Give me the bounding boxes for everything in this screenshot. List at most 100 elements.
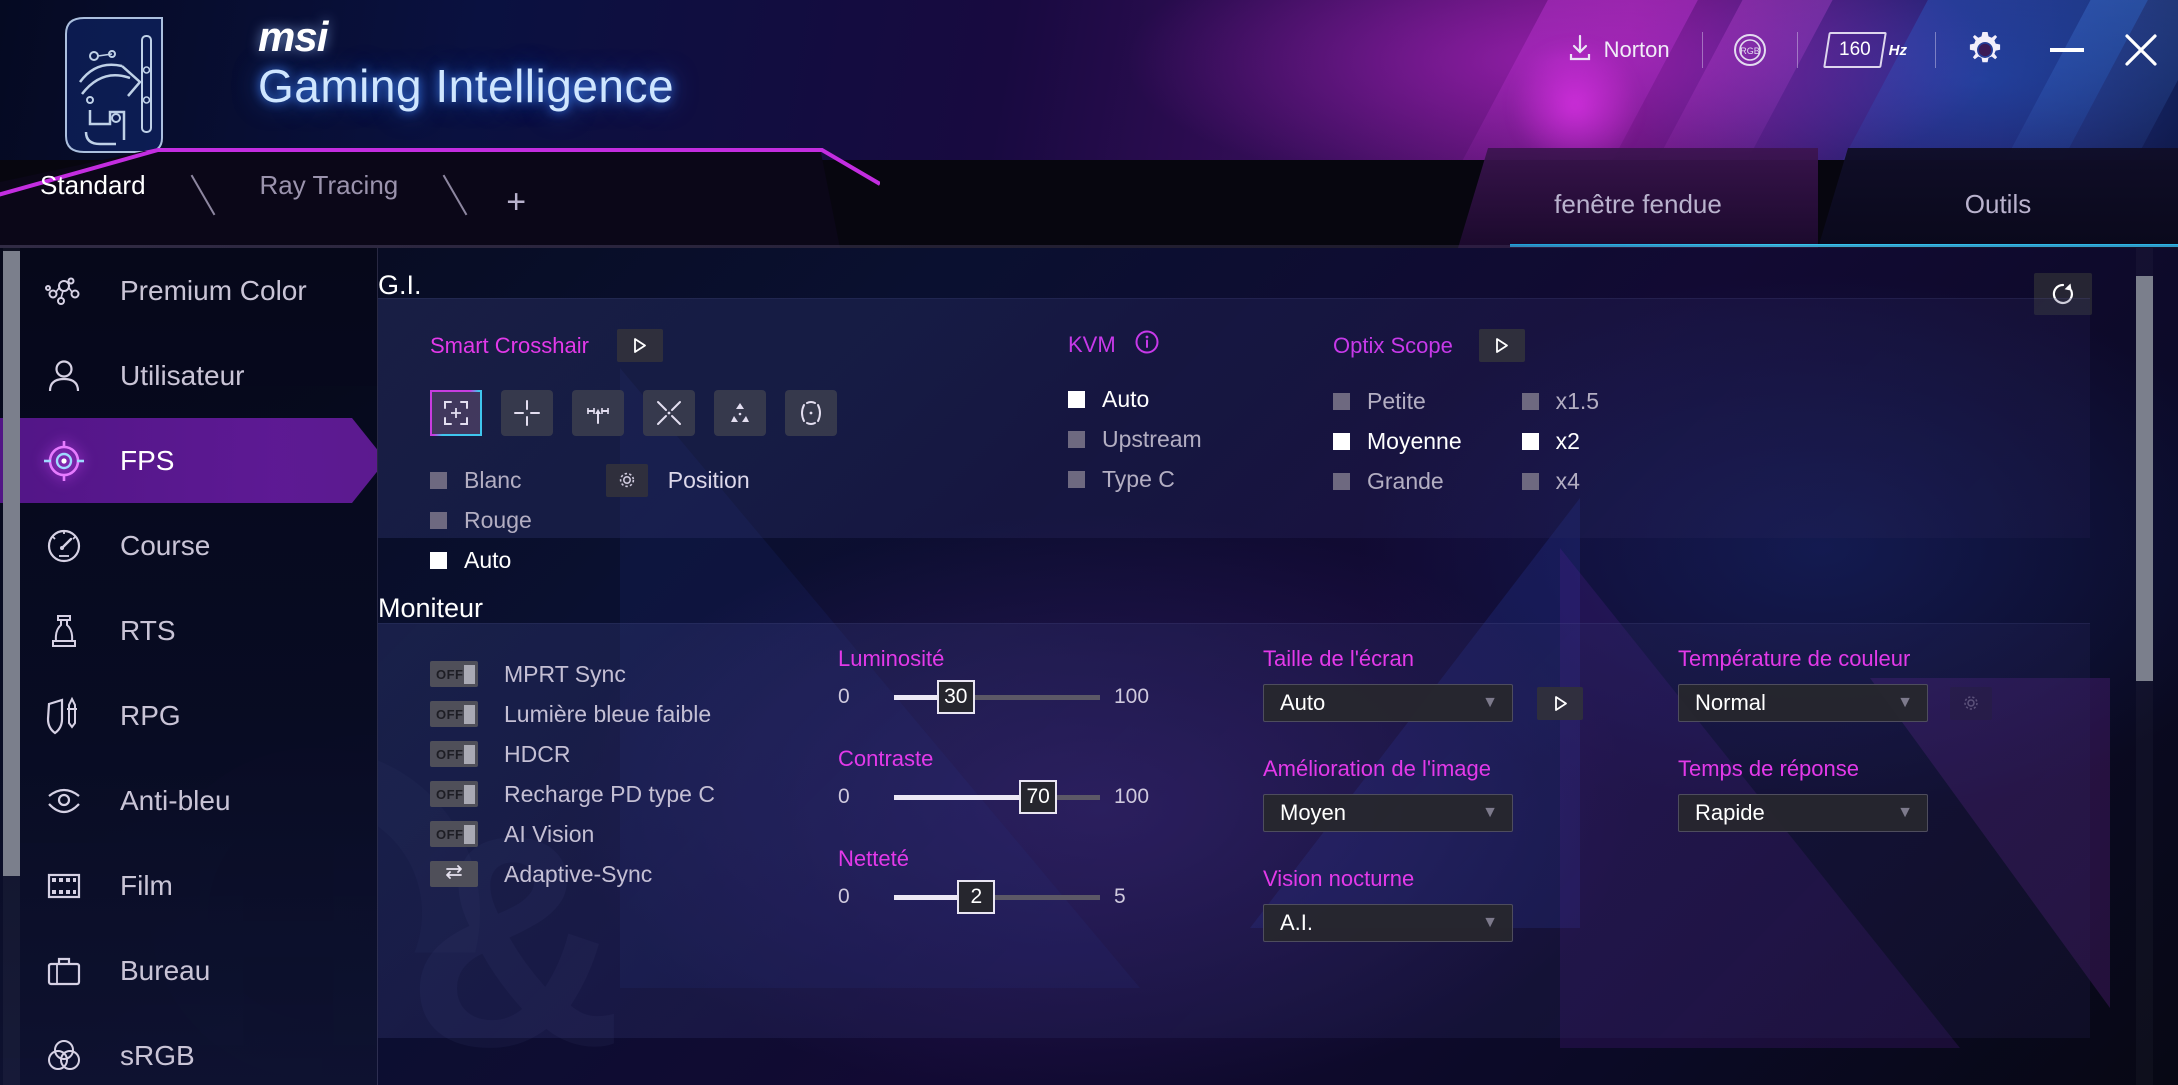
- monitor-panel: OFF MPRT Sync OFF Lumière bleue faible O…: [378, 623, 2090, 1038]
- sidebar-item-label: Premium Color: [120, 274, 307, 306]
- sidebar-item-film[interactable]: Film: [0, 843, 377, 928]
- adaptive-sync-toggle[interactable]: [430, 861, 478, 887]
- optix-scope-group: Optix Scope Petite Moyenne Grande x1.5 x…: [1333, 329, 1599, 501]
- minimize-icon[interactable]: [2030, 18, 2104, 82]
- mprt-sync-toggle[interactable]: OFF: [430, 661, 478, 687]
- contraste-slider[interactable]: 70: [894, 779, 1100, 814]
- sidebar-item-premium-color[interactable]: Premium Color: [0, 248, 377, 333]
- optix-zoom-x2[interactable]: x2: [1521, 421, 1599, 461]
- radio-label: Upstream: [1102, 425, 1202, 452]
- gear-icon[interactable]: [1950, 29, 2020, 71]
- optix-size-grande[interactable]: Grande: [1333, 461, 1462, 501]
- monitor-slider-list: Luminosité 0 30 100 Contraste 0 70 100 N…: [838, 646, 1156, 914]
- amelioration-image-dropdown[interactable]: Moyen ▼: [1263, 794, 1513, 832]
- sidebar-item-bureau[interactable]: Bureau: [0, 928, 377, 1013]
- tab-fenetre-fendue[interactable]: fenêtre fendue: [1458, 148, 1818, 248]
- toggle-row-recharge-pd-type-c: OFF Recharge PD type C: [430, 774, 715, 814]
- sidebar-scrollbar-thumb[interactable]: [3, 251, 20, 876]
- film-strip-icon: [38, 860, 90, 912]
- optix-size-moyenne[interactable]: Moyenne: [1333, 421, 1462, 461]
- slider-value[interactable]: 2: [957, 879, 996, 914]
- body: H& Premium Color Utilisateur FPS: [0, 248, 2178, 1085]
- optix-size-petite[interactable]: Petite: [1333, 381, 1462, 421]
- tab-ray-tracing[interactable]: Ray Tracing: [220, 148, 439, 248]
- sidebar-item-rts[interactable]: RTS: [0, 588, 377, 673]
- kvm-option-type-c[interactable]: Type C: [1068, 459, 1202, 499]
- slider-group-luminosite: Luminosité 0 30 100: [838, 646, 1156, 714]
- crosshair-x-diagonal-button[interactable]: [643, 390, 695, 436]
- close-icon[interactable]: [2104, 18, 2178, 82]
- crosshair-dashed-cross-button[interactable]: [501, 390, 553, 436]
- display-refresh-icon[interactable]: 160 Hz: [1812, 32, 1921, 68]
- tab-separator: [442, 174, 468, 216]
- vision-nocturne-dropdown[interactable]: A.I. ▼: [1263, 904, 1513, 942]
- divider: [1796, 32, 1798, 68]
- position-label: Position: [667, 466, 750, 493]
- chevron-down-icon: ▼: [1482, 694, 1498, 711]
- sidebar-item-srgb[interactable]: sRGB: [0, 1013, 377, 1085]
- temperature-couleur-dropdown[interactable]: Normal ▼: [1678, 684, 1928, 722]
- lumiere-bleue-faible-toggle[interactable]: OFF: [430, 701, 478, 727]
- radio-indicator: [430, 471, 447, 489]
- crosshair-bracket-plus-button[interactable]: [430, 390, 482, 436]
- crosshair-color-blanc[interactable]: Blanc: [430, 460, 532, 500]
- nettete-slider[interactable]: 2: [894, 879, 1100, 914]
- section-title-gi: G.I.: [378, 270, 422, 300]
- radio-indicator: [1333, 392, 1350, 410]
- smart-crosshair-play-button[interactable]: [616, 329, 663, 362]
- slider-min: 0: [838, 685, 850, 708]
- sidebar-item-fps[interactable]: FPS: [0, 418, 377, 503]
- taille-ecran-dropdown[interactable]: Auto ▼: [1263, 684, 1513, 722]
- info-icon[interactable]: [1134, 329, 1160, 360]
- tab-standard[interactable]: Standard: [0, 148, 186, 248]
- kvm-option-upstream[interactable]: Upstream: [1068, 419, 1202, 459]
- norton-button[interactable]: Norton: [1549, 34, 1688, 67]
- radio-label: Blanc: [464, 466, 522, 493]
- divider: [1701, 32, 1703, 68]
- rgb-icon[interactable]: RGB: [1717, 31, 1783, 69]
- content-scrollbar-thumb[interactable]: [2136, 276, 2153, 681]
- toggle-label: Adaptive-Sync: [504, 860, 653, 887]
- recharge-pd-type-c-toggle[interactable]: OFF: [430, 781, 478, 807]
- temperature-gear-button[interactable]: [1950, 686, 1992, 720]
- sidebar-item-label: sRGB: [120, 1039, 195, 1071]
- molecule-icon: [38, 265, 90, 317]
- luminosite-slider[interactable]: 30: [894, 679, 1100, 714]
- sidebar-item-rpg[interactable]: RPG: [0, 673, 377, 758]
- taille-ecran-play-button[interactable]: [1537, 686, 1583, 720]
- slider-value[interactable]: 70: [1019, 779, 1058, 814]
- kvm-option-auto[interactable]: Auto: [1068, 379, 1202, 419]
- optix-zoom-x4[interactable]: x4: [1521, 461, 1599, 501]
- crosshair-t-marks-button[interactable]: [572, 390, 624, 436]
- radio-indicator: [1068, 470, 1085, 488]
- speedometer-icon: [38, 520, 90, 572]
- tab-separator: [190, 174, 215, 216]
- radio-label: Auto: [464, 546, 512, 573]
- sidebar-item-anti-bleu[interactable]: Anti-bleu: [0, 758, 377, 843]
- dropdown-group-temps-reponse: Temps de réponse Rapide ▼: [1678, 756, 1992, 832]
- ai-vision-toggle[interactable]: OFF: [430, 821, 478, 847]
- radio-label: Petite: [1367, 387, 1426, 414]
- crosshair-style-list: [430, 390, 837, 436]
- svg-text:RGB: RGB: [1740, 46, 1760, 56]
- optix-zoom-x15[interactable]: x1.5: [1521, 381, 1599, 421]
- sidebar-item-utilisateur[interactable]: Utilisateur: [0, 333, 377, 418]
- crosshair-parenthesis-button[interactable]: [785, 390, 837, 436]
- gi-panel: Smart Crosshair Blanc Rouge Auto Positio…: [378, 298, 2090, 573]
- crosshair-triangles-button[interactable]: [714, 390, 766, 436]
- position-gear-button[interactable]: [605, 463, 648, 497]
- crosshair-color-auto[interactable]: Auto: [430, 540, 532, 580]
- color-circles-icon: [38, 1030, 90, 1082]
- hdcr-toggle[interactable]: OFF: [430, 741, 478, 767]
- radio-indicator: [1521, 472, 1539, 490]
- optix-scope-play-button[interactable]: [1478, 329, 1525, 362]
- tab-outils[interactable]: Outils: [1818, 148, 2178, 248]
- slider-value[interactable]: 30: [936, 679, 975, 714]
- sidebar-item-course[interactable]: Course: [0, 503, 377, 588]
- toggle-row-mprt-sync: OFF MPRT Sync: [430, 654, 715, 694]
- add-tab-button[interactable]: +: [472, 148, 560, 248]
- brand-msi: msi: [258, 13, 328, 60]
- crosshair-color-rouge[interactable]: Rouge: [430, 500, 532, 540]
- temps-reponse-dropdown[interactable]: Rapide ▼: [1678, 794, 1928, 832]
- dropdown-value: Normal: [1695, 690, 1766, 715]
